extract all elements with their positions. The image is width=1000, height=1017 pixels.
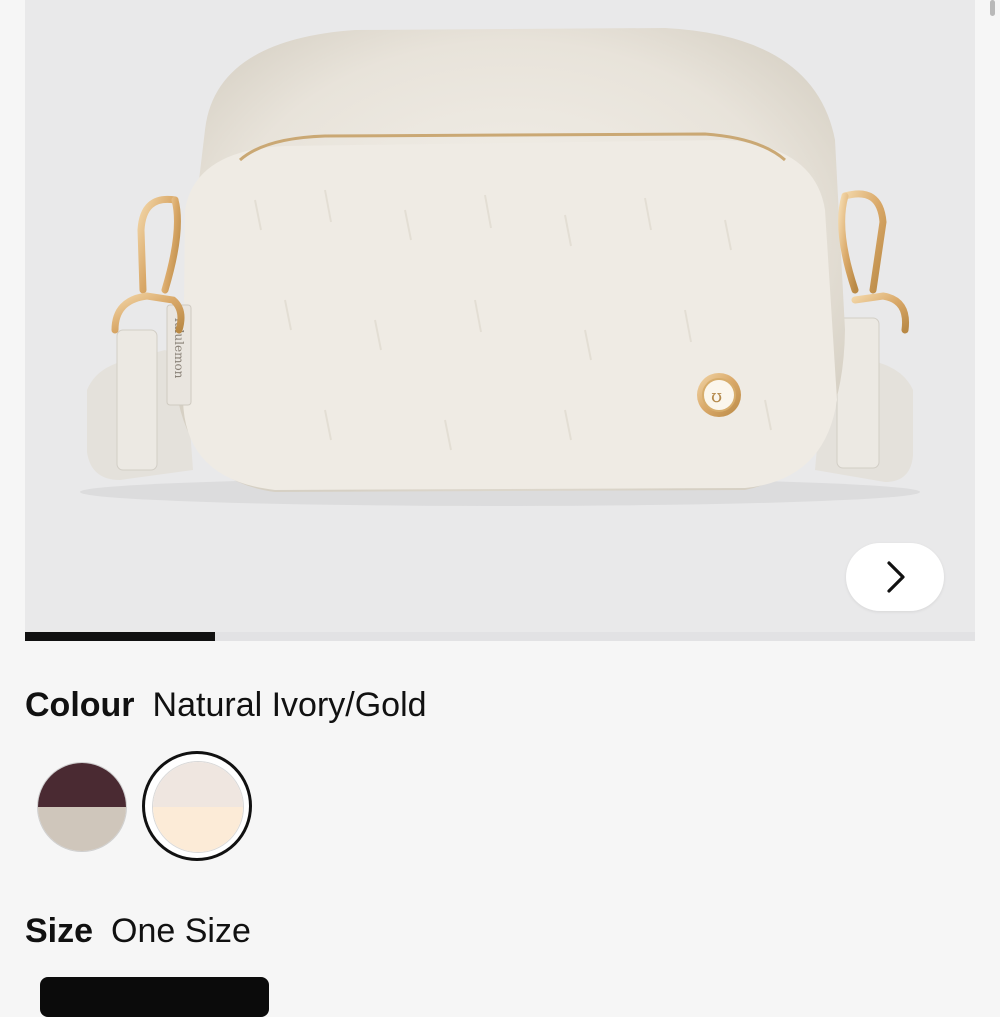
- swatch-bottom-half: [153, 807, 243, 852]
- colour-value: Natural Ivory/Gold: [152, 686, 427, 724]
- scrollbar-thumb[interactable]: [990, 0, 995, 16]
- size-row: Size One Size: [25, 912, 251, 951]
- next-image-button[interactable]: [846, 543, 944, 611]
- size-label: Size: [25, 912, 94, 950]
- gallery-progress-bar: [25, 632, 975, 641]
- size-option-button[interactable]: [40, 977, 269, 1017]
- product-image: lululemon ʊ: [80, 28, 920, 506]
- size-value: One Size: [111, 912, 251, 950]
- gallery-progress-fill: [25, 632, 215, 641]
- swatch-bottom-half: [38, 807, 126, 851]
- colour-label: Colour: [25, 686, 135, 724]
- product-image-gallery[interactable]: lululemon ʊ: [25, 0, 975, 632]
- swatch-top-half: [153, 762, 243, 807]
- svg-text:ʊ: ʊ: [711, 386, 722, 407]
- chevron-right-icon: [887, 561, 905, 593]
- colour-swatch-1[interactable]: [37, 762, 127, 852]
- swatch-top-half: [38, 763, 126, 807]
- colour-swatch-2-selected[interactable]: [152, 761, 244, 853]
- colour-row: Colour Natural Ivory/Gold: [25, 686, 427, 725]
